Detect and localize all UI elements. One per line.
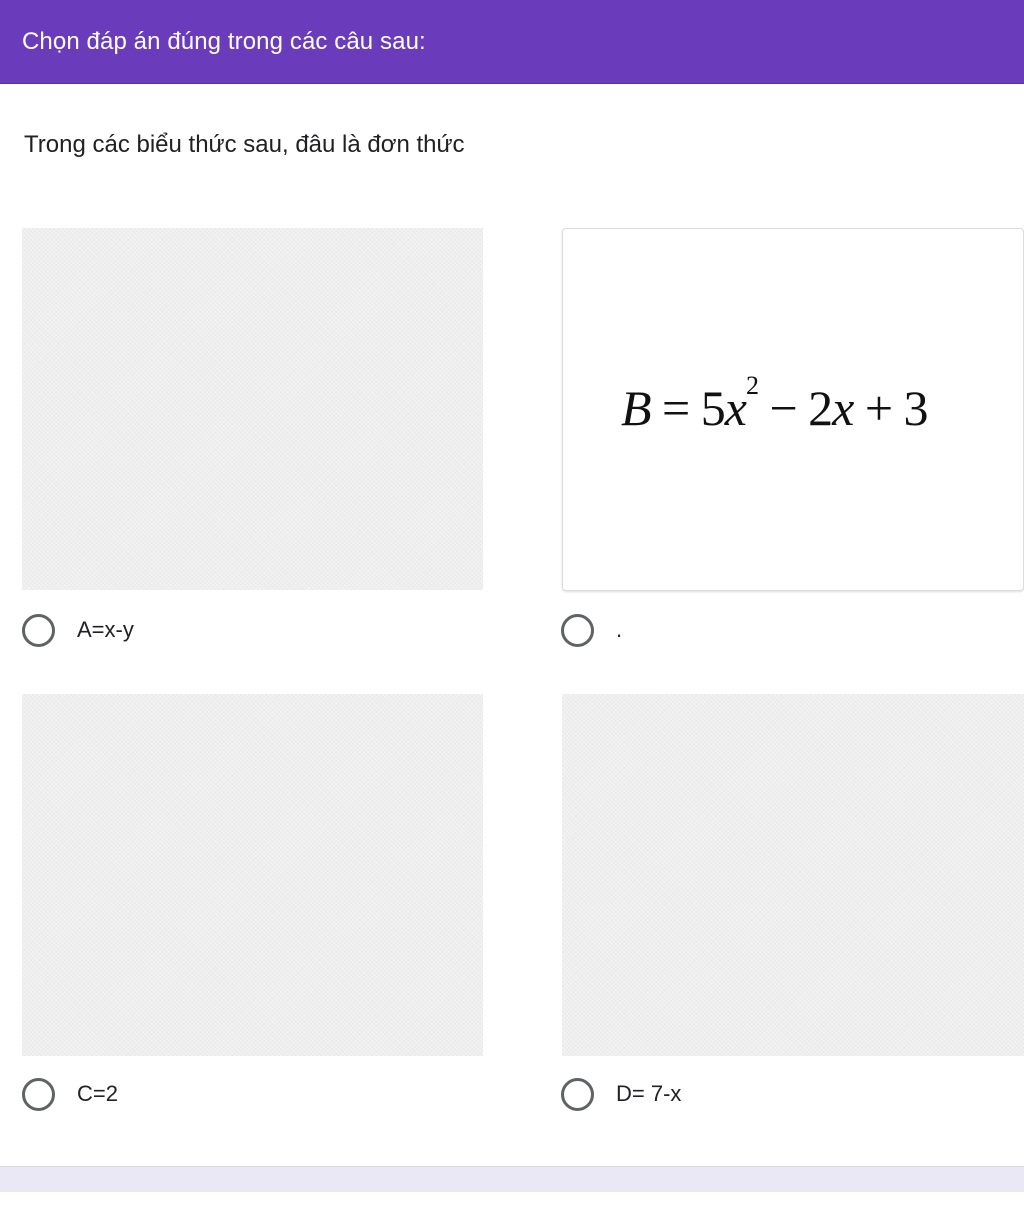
formula-var-x: x: [724, 380, 747, 436]
formula-var-x2: x: [832, 380, 854, 436]
formula-exponent: 2: [745, 371, 759, 400]
formula-eq: = 5: [650, 380, 726, 436]
next-section-bar: [0, 1166, 1024, 1192]
option-d[interactable]: D= 7-x: [561, 1076, 681, 1112]
section-title: Chọn đáp án đúng trong các câu sau:: [22, 28, 426, 55]
formula-plus: + 3: [853, 380, 929, 436]
radio-b[interactable]: [561, 613, 594, 647]
option-c-image: [22, 694, 483, 1056]
option-b-label: .: [616, 617, 623, 642]
formula-var-b: B: [621, 380, 652, 436]
option-a[interactable]: A=x-y: [22, 612, 134, 648]
radio-a[interactable]: [22, 613, 55, 647]
option-b[interactable]: .: [561, 612, 622, 648]
option-c[interactable]: C=2: [22, 1076, 118, 1112]
option-d-image: [562, 694, 1024, 1056]
option-b-image: B = 5x2 − 2x + 3: [562, 228, 1024, 591]
option-a-image: [22, 228, 483, 590]
radio-d[interactable]: [561, 1077, 594, 1111]
formula-minus: − 2: [757, 380, 833, 436]
option-d-label: D= 7-x: [616, 1081, 682, 1106]
option-c-label: C=2: [77, 1081, 118, 1106]
question-text: Trong các biểu thức sau, đâu là đơn thức: [24, 131, 465, 158]
radio-c[interactable]: [22, 1077, 55, 1111]
formula-b: B = 5x2 − 2x + 3: [621, 371, 929, 437]
form-header: Chọn đáp án đúng trong các câu sau:: [0, 0, 1024, 84]
option-a-label: A=x-y: [77, 617, 134, 642]
